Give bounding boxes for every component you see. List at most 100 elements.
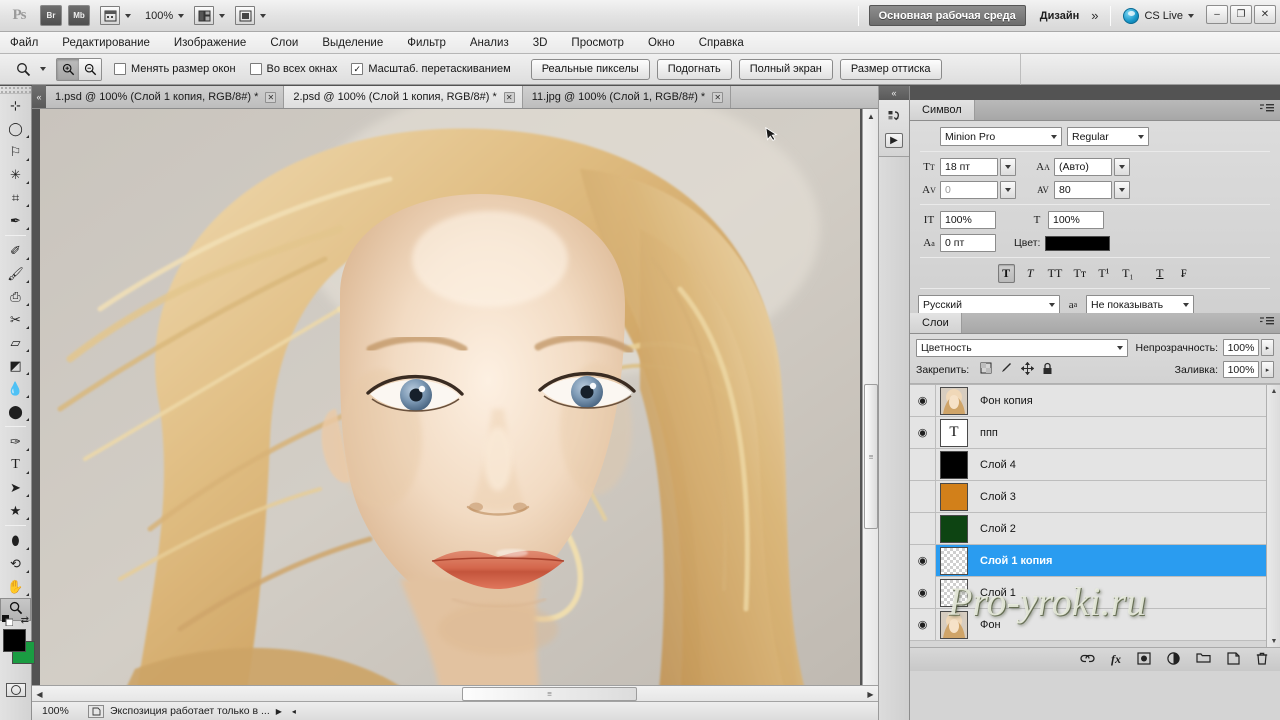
layers-list-scrollbar[interactable]: ▲ ▼ — [1266, 385, 1280, 647]
table-row[interactable]: Слой 2 — [910, 512, 1280, 545]
table-row[interactable]: ◉ Слой 1 — [910, 576, 1280, 609]
new-group-icon[interactable] — [1196, 652, 1211, 667]
blend-mode-dropdown-icon[interactable] — [1116, 345, 1123, 350]
layer-visibility-toggle[interactable] — [910, 448, 936, 481]
tool-preset-dropdown-icon[interactable] — [40, 67, 46, 71]
table-row[interactable]: Слой 4 — [910, 448, 1280, 481]
layer-visibility-toggle[interactable]: ◉ — [910, 576, 936, 609]
quick-mask-toggle[interactable] — [0, 679, 31, 701]
launch-bridge-button[interactable]: Br — [40, 5, 62, 26]
tracking-value[interactable]: 80 — [1054, 181, 1112, 199]
tool-gradient[interactable]: ◩ — [0, 354, 31, 377]
lock-image-pixels-icon[interactable] — [1000, 362, 1013, 377]
font-family-dropdown-icon[interactable] — [1051, 134, 1057, 139]
tool-path-selection[interactable]: ➤ — [0, 476, 31, 499]
screen-mode-dropdown-icon[interactable] — [260, 13, 267, 18]
status-zoom-value[interactable]: 100% — [32, 705, 88, 717]
link-layers-icon[interactable] — [1080, 653, 1095, 667]
tracking-dropdown-icon[interactable] — [1114, 181, 1130, 199]
language-select[interactable]: Русский — [918, 295, 1060, 314]
scroll-right-button[interactable]: ▶ — [863, 686, 878, 702]
font-size-value[interactable]: 18 пт — [940, 158, 998, 176]
layer-style-icon[interactable]: fx — [1111, 652, 1121, 667]
layer-visibility-toggle[interactable]: ◉ — [910, 544, 936, 577]
document-tab-3[interactable]: 11.jpg @ 100% (Слой 1, RGB/8#) * ✕ — [522, 86, 732, 108]
leading-value[interactable]: (Авто) — [1054, 158, 1112, 176]
table-row[interactable]: ◉ Слой 1 копия — [910, 544, 1280, 577]
layer-thumbnail[interactable] — [940, 514, 968, 543]
lock-transparency-icon[interactable] — [980, 362, 992, 377]
lock-all-icon[interactable] — [1042, 362, 1053, 378]
layer-visibility-toggle[interactable]: ◉ — [910, 385, 936, 417]
menu-edit[interactable]: Редактирование — [62, 37, 150, 49]
font-family-select[interactable]: Minion Pro — [940, 127, 1062, 146]
table-row[interactable]: Слой 3 — [910, 480, 1280, 513]
language-dropdown-icon[interactable] — [1049, 302, 1055, 307]
blend-mode-select[interactable]: Цветность — [916, 338, 1128, 357]
menu-file[interactable]: Файл — [10, 37, 38, 49]
tab-character[interactable]: Символ — [910, 100, 975, 120]
vertical-scale-value[interactable]: 100% — [940, 211, 996, 229]
document-tab-2[interactable]: 2.psd @ 100% (Слой 1 копия, RGB/8#) * ✕ — [284, 86, 523, 108]
layers-scroll-up-button[interactable]: ▲ — [1267, 385, 1280, 398]
layer-mask-icon[interactable] — [1137, 651, 1151, 668]
dock-collapse-icon[interactable]: « — [879, 86, 909, 100]
arrange-documents-icon[interactable] — [194, 6, 215, 25]
antialias-select[interactable]: Не показывать — [1086, 295, 1194, 314]
quick-mask-icon[interactable] — [5, 683, 26, 697]
layer-name[interactable]: Слой 4 — [980, 459, 1016, 471]
layers-list[interactable]: ◉ Фон копия ◉ T ппп Слой 4 Слой 3 Слой 2… — [910, 384, 1280, 647]
actual-pixels-button[interactable]: Реальные пикселы — [530, 58, 650, 80]
small-caps-button[interactable]: Tт — [1071, 264, 1088, 283]
zoom-tool-icon[interactable] — [12, 58, 34, 80]
new-layer-icon[interactable] — [1227, 651, 1240, 668]
layer-visibility-toggle[interactable] — [910, 480, 936, 513]
all-caps-button[interactable]: TT — [1046, 264, 1065, 283]
cs-live-dropdown-icon[interactable] — [1188, 13, 1194, 18]
opacity-value[interactable]: 100% — [1223, 339, 1259, 356]
text-color-swatch[interactable] — [1045, 235, 1111, 251]
view-extras-dropdown-icon[interactable] — [125, 13, 131, 18]
default-colors-icon[interactable] — [2, 615, 14, 627]
layer-visibility-toggle[interactable] — [910, 512, 936, 545]
table-row[interactable]: ◉ Фон копия — [910, 385, 1280, 417]
fill-stepper[interactable]: ▸ — [1261, 361, 1274, 378]
tool-brush[interactable]: 🖌 — [0, 262, 31, 285]
menu-select[interactable]: Выделение — [322, 37, 383, 49]
canvas-hscroll-thumb[interactable]: ≡ — [462, 687, 637, 701]
actions-panel-icon[interactable]: ▶ — [879, 128, 909, 152]
workspace-essentials-button[interactable]: Основная рабочая среда — [868, 5, 1026, 26]
layers-scroll-down-button[interactable]: ▼ — [1267, 635, 1280, 647]
document-canvas-area[interactable]: ▲ ▼ ≡ — [32, 109, 878, 701]
scrubby-zoom-checkbox-box[interactable]: ✓ — [351, 63, 364, 75]
horizontal-scale-value[interactable]: 100% — [1048, 211, 1104, 229]
table-row[interactable]: ◉ Фон — [910, 608, 1280, 641]
tab-layers[interactable]: Слои — [910, 313, 962, 333]
lock-position-icon[interactable] — [1020, 361, 1035, 378]
view-extras-icon[interactable] — [100, 6, 120, 25]
tool-clone-stamp[interactable]: ⎙ — [0, 285, 31, 308]
fit-screen-button[interactable]: Подогнать — [656, 58, 732, 80]
zoom-in-icon[interactable] — [57, 58, 79, 80]
layer-name[interactable]: ппп — [980, 427, 998, 439]
resize-windows-checkbox[interactable]: Менять размер окон — [114, 63, 236, 75]
layer-name[interactable]: Слой 1 — [980, 587, 1016, 599]
restore-button[interactable]: ❐ — [1230, 5, 1252, 24]
layer-visibility-toggle[interactable]: ◉ — [910, 608, 936, 641]
panel-menu-icon[interactable] — [1260, 104, 1274, 117]
screen-mode-icon[interactable] — [235, 6, 256, 25]
foreground-color-swatch[interactable] — [3, 629, 26, 652]
resize-windows-checkbox-box[interactable] — [114, 63, 126, 75]
layer-thumbnail[interactable] — [940, 610, 968, 639]
layer-thumbnail[interactable] — [940, 482, 968, 511]
canvas-horizontal-scrollbar[interactable]: ◀ ▶ ≡ — [32, 685, 878, 701]
canvas-vertical-scrollbar[interactable]: ▲ ▼ ≡ — [862, 109, 878, 701]
all-windows-checkbox[interactable]: Во всех окнах — [249, 63, 337, 75]
tool-move[interactable]: ⊹ — [0, 94, 31, 117]
document-icon[interactable] — [88, 704, 104, 718]
layer-name[interactable]: Фон — [980, 619, 1001, 631]
faux-bold-button[interactable]: T — [997, 264, 1015, 283]
all-windows-checkbox-box[interactable] — [249, 63, 262, 75]
leading-dropdown-icon[interactable] — [1114, 158, 1130, 176]
table-row[interactable]: ◉ T ппп — [910, 416, 1280, 449]
